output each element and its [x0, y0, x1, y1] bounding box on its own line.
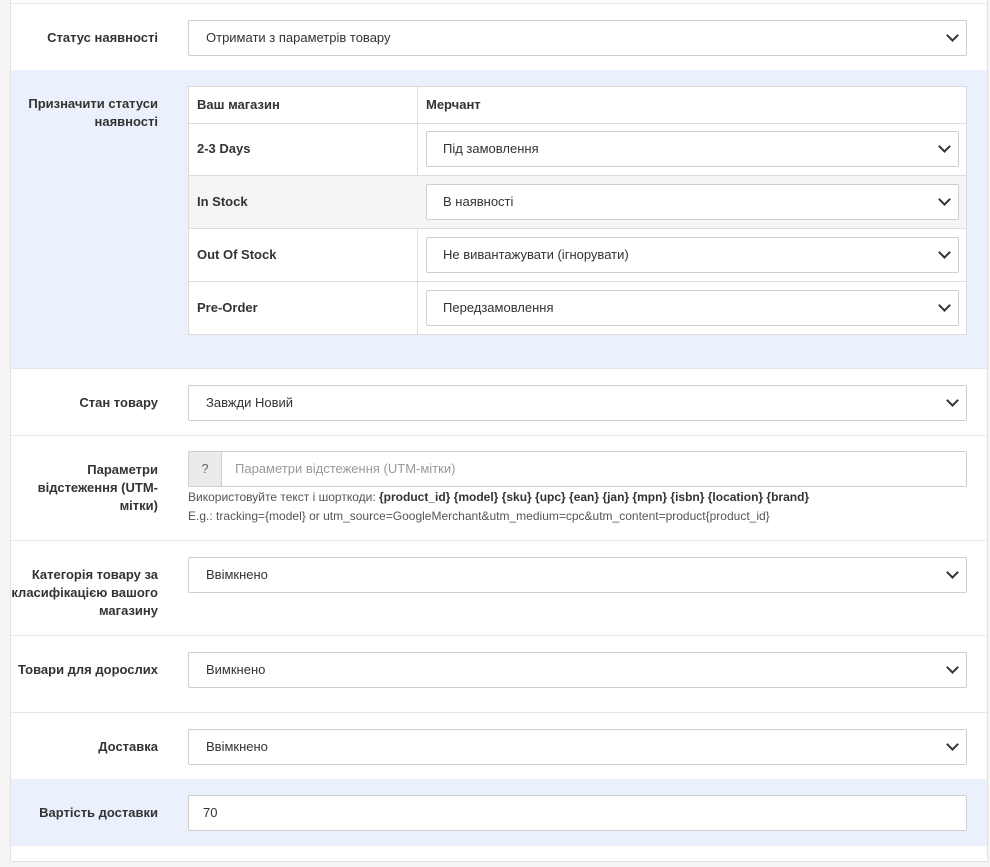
- availability-status-select[interactable]: Отримати з параметрів товару: [188, 20, 967, 56]
- merchant-status-select[interactable]: Передзамовлення: [426, 290, 959, 326]
- shipping-cost-label: Вартість доставки: [39, 805, 158, 820]
- tracking-input[interactable]: Параметри відстеження (UTM-мітки): [221, 451, 967, 487]
- chevron-down-icon: [946, 566, 959, 579]
- merchant-status-select[interactable]: В наявності: [426, 184, 959, 220]
- tracking-example: E.g.: tracking={model} or utm_source=Goo…: [188, 509, 770, 523]
- merchant-status-value: Передзамовлення: [443, 300, 554, 315]
- shortcodes-help: Використовуйте текст і шорткоди: {produc…: [188, 490, 809, 504]
- store-status-name: In Stock: [197, 194, 248, 209]
- shipping-select[interactable]: Ввімкнено: [188, 729, 967, 765]
- chevron-down-icon: [938, 140, 951, 153]
- store-category-row: Категорія товару за класифікацією вашого…: [11, 540, 987, 635]
- availability-status-label: Статус наявності: [47, 30, 158, 45]
- adult-row: Товари для дорослих Вимкнено: [11, 635, 987, 712]
- store-category-label: Категорія товару за класифікацією вашого…: [11, 567, 158, 618]
- tracking-label: Параметри відстеження (UTM-мітки): [37, 462, 158, 513]
- shortcodes-list: {product_id} {model} {sku} {upc} {ean} {…: [379, 490, 810, 504]
- merchant-status-value: Під замовлення: [443, 141, 539, 156]
- store-category-value: Ввімкнено: [206, 567, 268, 582]
- store-status-name: Out Of Stock: [197, 247, 277, 262]
- shipping-cost-input[interactable]: 70: [188, 795, 967, 831]
- table-row: In Stock В наявності: [189, 176, 966, 229]
- help-addon: ?: [188, 451, 221, 487]
- adult-label: Товари для дорослих: [18, 662, 158, 677]
- table-row: Out Of Stock Не вивантажувати (ігноруват…: [189, 229, 966, 282]
- column-header-store: Ваш магазин: [197, 97, 280, 112]
- adult-value: Вимкнено: [206, 662, 266, 677]
- tracking-row: Параметри відстеження (UTM-мітки) ? Пара…: [11, 435, 987, 540]
- status-mapping-table: Ваш магазин Мерчант 2-3 Days Під замовле…: [188, 86, 967, 335]
- help-prefix: Використовуйте текст і шорткоди:: [188, 490, 376, 504]
- table-row: Pre-Order Передзамовлення: [189, 282, 966, 335]
- condition-label: Стан товару: [79, 395, 158, 410]
- shipping-label: Доставка: [98, 739, 158, 754]
- column-header-merchant: Мерчант: [426, 97, 481, 112]
- chevron-down-icon: [946, 738, 959, 751]
- status-mapping-label: Призначити статуси наявності: [28, 96, 158, 129]
- shipping-value: Ввімкнено: [206, 739, 268, 754]
- shipping-cost-value: 70: [203, 805, 218, 820]
- merchant-status-value: В наявності: [443, 194, 514, 209]
- chevron-down-icon: [938, 299, 951, 312]
- chevron-down-icon: [938, 246, 951, 259]
- shipping-cost-row: Вартість доставки 70: [11, 779, 987, 846]
- chevron-down-icon: [946, 661, 959, 674]
- chevron-down-icon: [946, 394, 959, 407]
- chevron-down-icon: [946, 29, 959, 42]
- condition-row: Стан товару Завжди Новий: [11, 368, 987, 435]
- merchant-status-select[interactable]: Під замовлення: [426, 131, 959, 167]
- condition-select[interactable]: Завжди Новий: [188, 385, 967, 421]
- table-row: 2-3 Days Під замовлення: [189, 123, 966, 176]
- table-header: Ваш магазин Мерчант: [189, 87, 966, 124]
- settings-panel: Статус наявності Отримати з параметрів т…: [10, 0, 988, 862]
- store-category-select[interactable]: Ввімкнено: [188, 557, 967, 593]
- store-status-name: Pre-Order: [197, 300, 258, 315]
- availability-status-row: Статус наявності Отримати з параметрів т…: [11, 3, 987, 70]
- condition-value: Завжди Новий: [206, 395, 294, 410]
- adult-select[interactable]: Вимкнено: [188, 652, 967, 688]
- tracking-placeholder: Параметри відстеження (UTM-мітки): [235, 461, 456, 476]
- chevron-down-icon: [938, 193, 951, 206]
- shipping-row: Доставка Ввімкнено: [11, 712, 987, 779]
- availability-status-value: Отримати з параметрів товару: [206, 30, 391, 45]
- store-status-name: 2-3 Days: [197, 141, 251, 156]
- merchant-status-value: Не вивантажувати (ігнорувати): [443, 247, 629, 262]
- merchant-status-select[interactable]: Не вивантажувати (ігнорувати): [426, 237, 959, 273]
